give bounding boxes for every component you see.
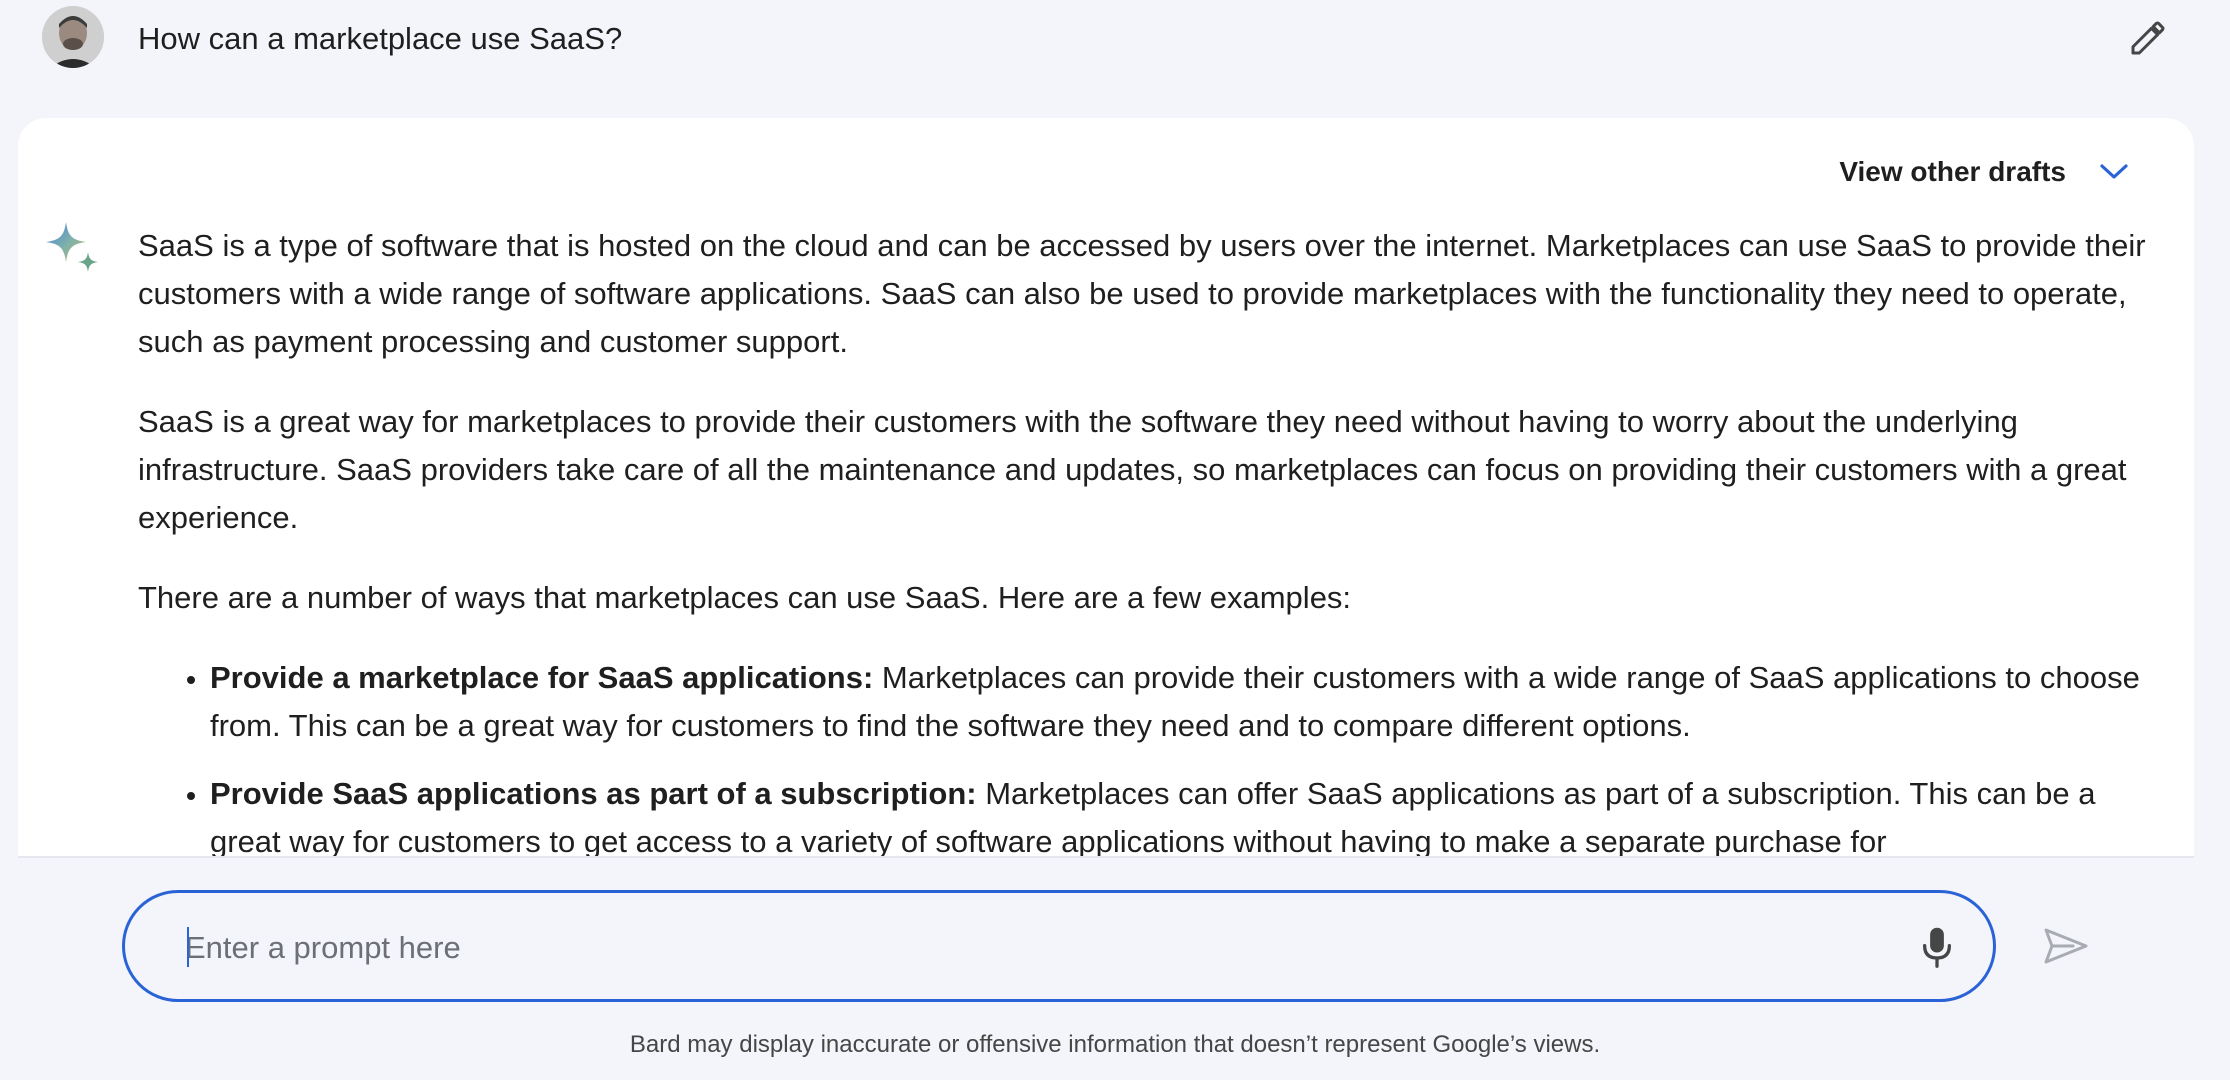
examples-list: Provide a marketplace for SaaS applicati… xyxy=(138,654,2148,858)
prompt-input[interactable] xyxy=(183,919,1807,977)
response-paragraph: SaaS is a great way for marketplaces to … xyxy=(138,404,2127,535)
response-card: View other drafts SaaS is a type of soft… xyxy=(18,118,2194,858)
list-item: Provide a marketplace for SaaS applicati… xyxy=(210,654,2148,750)
pencil-icon xyxy=(2131,21,2165,55)
view-other-drafts-button[interactable]: View other drafts xyxy=(1839,142,2134,202)
send-icon xyxy=(2044,928,2088,964)
sparkle-icon xyxy=(42,218,106,282)
user-avatar xyxy=(42,6,104,68)
response-paragraph: SaaS is a type of software that is hoste… xyxy=(138,228,2146,359)
edit-query-button[interactable] xyxy=(2122,12,2174,64)
avatar-portrait-icon xyxy=(42,6,104,68)
send-button[interactable] xyxy=(2036,916,2096,976)
response-paragraph: There are a number of ways that marketpl… xyxy=(138,580,1352,615)
user-query-row: How can a marketplace use SaaS? xyxy=(0,0,2230,110)
text-caret xyxy=(187,927,189,967)
microphone-icon xyxy=(1922,927,1952,968)
response-body: SaaS is a type of software that is hoste… xyxy=(138,222,2148,858)
chevron-down-icon xyxy=(2094,152,2134,192)
prompt-box[interactable] xyxy=(122,890,1996,1002)
list-item-lead: Provide SaaS applications as part of a s… xyxy=(210,776,977,811)
view-other-drafts-label: View other drafts xyxy=(1839,156,2066,187)
card-divider xyxy=(18,856,2194,858)
list-item-lead: Provide a marketplace for SaaS applicati… xyxy=(210,660,874,695)
footer-disclaimer: Bard may display inaccurate or offensive… xyxy=(629,1031,1601,1058)
bard-chat-window: How can a marketplace use SaaS? View oth… xyxy=(0,0,2230,1080)
user-query-text: How can a marketplace use SaaS? xyxy=(138,21,623,56)
microphone-button[interactable] xyxy=(1911,921,1963,973)
list-item: Provide SaaS applications as part of a s… xyxy=(210,770,2148,858)
